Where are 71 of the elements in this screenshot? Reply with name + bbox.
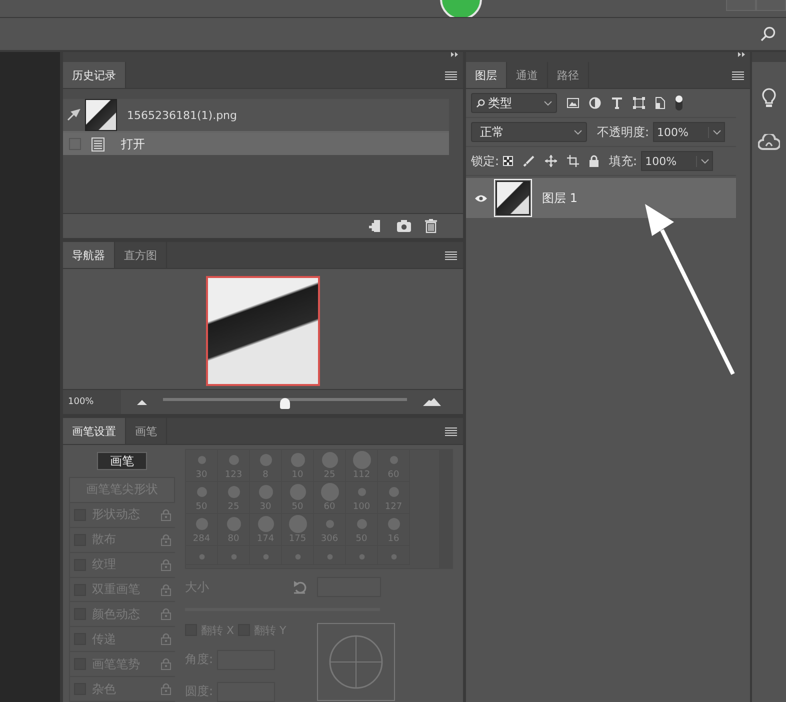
fill-field[interactable]: 100%: [641, 151, 714, 171]
filter-dropdown[interactable]: 类型: [471, 93, 557, 113]
search-icon[interactable]: [760, 26, 776, 42]
brush-tip-icon[interactable]: [256, 514, 276, 534]
crop-icon[interactable]: [567, 155, 580, 167]
panel-tab[interactable]: 图层: [466, 62, 507, 88]
blend-mode-dropdown[interactable]: 正常: [471, 122, 587, 142]
collapse-icon[interactable]: [738, 52, 746, 57]
lock-icon[interactable]: [161, 633, 171, 646]
opacity-label: 不透明度:: [597, 124, 650, 140]
lock-icon[interactable]: [161, 683, 171, 696]
lock-icon[interactable]: [161, 608, 171, 620]
panel-tab[interactable]: 通道: [507, 62, 548, 88]
panel-tab[interactable]: 导航器: [63, 242, 115, 268]
history-state[interactable]: 打开: [63, 133, 449, 155]
caret-icon: [574, 130, 582, 134]
lock-icon[interactable]: [161, 558, 171, 571]
text-icon[interactable]: [611, 97, 623, 109]
panel-tab[interactable]: 直方图: [115, 242, 167, 268]
lock-label: 锁定:: [471, 152, 500, 170]
lightbulb-icon[interactable]: [762, 88, 776, 108]
reset-icon[interactable]: [293, 580, 307, 594]
zoom-field[interactable]: 100%: [63, 390, 121, 414]
panel-tab[interactable]: 画笔设置: [63, 418, 126, 444]
padlock-icon[interactable]: [589, 155, 600, 167]
lock-icon[interactable]: [161, 534, 171, 546]
lock-icon[interactable]: [161, 658, 171, 670]
panel-tab[interactable]: 历史记录: [63, 62, 126, 88]
caret-icon: [544, 100, 552, 106]
slider-thumb[interactable]: [280, 398, 290, 409]
move-icon[interactable]: [545, 155, 558, 167]
toggle-icon[interactable]: [675, 95, 683, 111]
fill-label: 填充:: [609, 152, 638, 170]
menu-icon[interactable]: [445, 251, 457, 260]
smart-object-icon[interactable]: [655, 97, 665, 109]
photo-placeholder[interactable]: [206, 276, 320, 386]
brushes-button[interactable]: 画笔: [97, 452, 147, 470]
cloud-icon[interactable]: [758, 134, 780, 150]
image-icon[interactable]: [567, 98, 579, 108]
mountain-small-icon[interactable]: [137, 400, 147, 404]
panel-tab[interactable]: 路径: [548, 62, 589, 88]
snapshot-name[interactable]: 1565236181(1).png: [127, 108, 237, 122]
lock-icon[interactable]: [161, 584, 171, 596]
brush-angle-drawing[interactable]: [317, 622, 395, 701]
brush-tip-icon[interactable]: [288, 514, 308, 534]
brush-tip-icon[interactable]: [320, 482, 340, 502]
checkerboard-icon[interactable]: [503, 156, 514, 166]
panel-tab[interactable]: 画笔: [126, 418, 167, 444]
search-icon: [476, 98, 485, 108]
caret-icon: [700, 158, 709, 164]
new-document-icon[interactable]: [369, 219, 383, 233]
shape-icon[interactable]: [633, 97, 645, 109]
brush-tip-icon[interactable]: [352, 450, 372, 470]
caret-icon: [712, 130, 721, 134]
photo-placeholder: [85, 99, 117, 131]
lock-icon[interactable]: [161, 508, 171, 521]
brush-tip-icon[interactable]: [288, 482, 308, 502]
opacity-field[interactable]: 100%: [653, 122, 726, 142]
mountain-large-icon[interactable]: [423, 398, 441, 406]
half-circle-icon[interactable]: [589, 97, 601, 109]
document-icon: [91, 136, 105, 152]
collapse-icon[interactable]: [451, 52, 459, 57]
trash-icon[interactable]: [425, 219, 437, 233]
brush-tip-icon[interactable]: [320, 450, 340, 470]
eye-icon[interactable]: [474, 194, 488, 202]
layer-row[interactable]: 图层 1: [466, 178, 736, 218]
photo-placeholder: [496, 181, 530, 215]
menu-icon[interactable]: [445, 71, 457, 80]
menu-icon[interactable]: [732, 71, 744, 80]
menu-icon[interactable]: [445, 427, 457, 436]
camera-icon[interactable]: [397, 220, 411, 232]
